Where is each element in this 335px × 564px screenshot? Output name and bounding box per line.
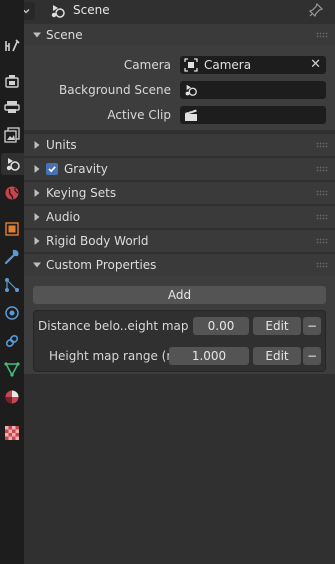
wrench-icon [4,249,19,265]
drag-grip-icon[interactable] [316,238,328,244]
background-scene-field[interactable] [180,81,326,99]
object-data-icon [4,362,20,377]
edit-property-button[interactable]: Edit [253,347,301,365]
tab-object-data[interactable] [1,358,23,380]
tool-icon [5,39,20,52]
tab-texture[interactable] [1,422,23,444]
expanded-triangle-icon [32,260,42,270]
material-icon [5,390,19,404]
tab-physics[interactable] [1,302,23,324]
gravity-checkbox[interactable] [46,163,58,175]
world-icon [5,186,19,200]
camera-field[interactable]: Camera ✕ [180,56,326,74]
property-value-field[interactable]: 1.000 [169,347,249,365]
tab-constraints[interactable] [1,330,23,352]
output-icon [4,101,20,113]
expanded-triangle-icon [32,30,42,40]
tab-render[interactable] [1,70,23,92]
panel-title: Scene [46,28,83,42]
active-clip-field[interactable] [180,106,326,124]
property-name: Distance belo..eight map (m) [38,319,214,333]
movie-clip-icon [185,109,197,121]
scene-data-icon [185,84,197,96]
drag-grip-icon[interactable] [316,32,328,38]
active-clip-label: Active Clip [107,108,171,122]
properties-header: Scene [0,0,335,22]
property-value-field[interactable]: 0.00 [193,317,249,335]
panel-header-custom-properties[interactable]: Custom Properties [24,254,335,276]
checkmark-icon [48,166,56,173]
camera-value: Camera [204,58,252,72]
collapsed-triangle-icon [32,164,42,174]
add-property-button[interactable]: Add [33,286,326,304]
camera-object-icon [184,58,198,72]
panel-header-units[interactable]: Units [24,134,335,156]
properties-content: Scene Camera Camera ✕ Background Scene A… [24,22,335,564]
drag-grip-icon[interactable] [316,142,328,148]
collapsed-triangle-icon [32,212,42,222]
drag-grip-icon[interactable] [316,214,328,220]
clear-camera-icon[interactable]: ✕ [310,57,321,72]
tab-tool[interactable] [1,34,23,56]
custom-properties-body: Add Distance belo..eight map (m) 0.00 Ed… [24,276,335,374]
scene-context-icon [51,5,65,18]
panel-header-rigid-body-world[interactable]: Rigid Body World [24,230,335,252]
tab-object[interactable] [1,218,23,240]
tab-output[interactable] [1,96,23,118]
property-name: Height map range (m) [49,349,183,363]
panel-title: Gravity [64,162,108,176]
panel-title: Rigid Body World [46,234,149,248]
remove-property-button[interactable]: − [303,347,321,365]
physics-icon [5,306,19,320]
drag-grip-icon[interactable] [316,190,328,196]
view-layer-icon [4,127,20,143]
tab-modifiers[interactable] [1,246,23,268]
constraints-icon [5,334,19,348]
particles-icon [5,278,19,292]
scene-icon [6,158,20,171]
panel-title: Audio [46,210,81,224]
custom-properties-list: Distance belo..eight map (m) 0.00 Edit −… [33,310,326,372]
render-icon [5,75,19,88]
panel-title: Units [46,138,77,152]
tab-scene[interactable] [1,153,24,175]
context-breadcrumb: Scene [73,3,110,17]
collapsed-triangle-icon [32,236,42,246]
camera-label: Camera [123,58,171,72]
texture-icon [5,426,19,440]
panel-title: Keying Sets [46,186,117,200]
tab-view-layer[interactable] [1,124,23,146]
scene-panel-body: Camera Camera ✕ Background Scene Active … [24,46,335,130]
tab-world[interactable] [1,182,23,204]
panel-header-scene[interactable]: Scene [24,24,335,46]
edit-property-button[interactable]: Edit [253,317,301,335]
panel-header-audio[interactable]: Audio [24,206,335,228]
panel-header-keying-sets[interactable]: Keying Sets [24,182,335,204]
panel-title: Custom Properties [46,258,157,272]
tab-material[interactable] [1,386,23,408]
tab-particles[interactable] [1,274,23,296]
panel-header-gravity[interactable]: Gravity [24,158,335,180]
drag-grip-icon[interactable] [316,166,328,172]
drag-grip-icon[interactable] [316,262,328,268]
object-icon [5,222,19,236]
collapsed-triangle-icon [32,140,42,150]
pin-icon[interactable] [309,3,323,17]
collapsed-triangle-icon [32,188,42,198]
remove-property-button[interactable]: − [303,317,321,335]
properties-tab-bar [0,0,24,564]
background-scene-label: Background Scene [59,83,171,97]
